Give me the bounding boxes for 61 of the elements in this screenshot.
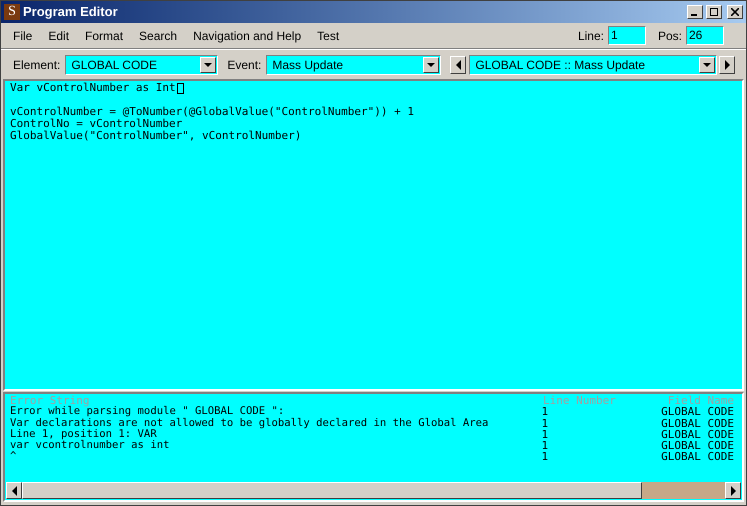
- menu-item[interactable]: Format: [85, 26, 124, 44]
- right-arrow-icon: [730, 486, 736, 496]
- close-icon: [731, 8, 739, 16]
- window-title: Program Editor: [23, 3, 119, 22]
- dropdown[interactable]: GLOBAL CODE: [65, 54, 218, 74]
- line-field[interactable]: 1: [608, 26, 646, 45]
- horizontal-scrollbar[interactable]: [6, 482, 741, 499]
- right-arrow-icon: [724, 60, 730, 70]
- code-line: vControlNumber = @ToNumber(@GlobalValue("ControlNumber")) + 1: [10, 106, 414, 118]
- scroll-left-button[interactable]: [6, 482, 22, 499]
- event-label: Event:: [227, 56, 262, 74]
- dropdown[interactable]: Mass Update: [266, 54, 442, 74]
- dropdown-button[interactable]: [200, 56, 216, 72]
- field-name: GLOBAL CODE: [661, 440, 734, 452]
- error-message: Var declarations are not allowed to be globally declared in the Global Area: [10, 418, 490, 429]
- column-header: Field Name: [668, 395, 734, 406]
- caret-icon: [204, 62, 212, 66]
- pos-field[interactable]: 26: [686, 26, 724, 45]
- maximize-icon: [710, 8, 718, 16]
- menu-item[interactable]: Search: [139, 26, 178, 44]
- line-number: 1: [541, 451, 550, 463]
- code-line: ControlNo = vControlNumber: [10, 118, 182, 130]
- field-name: GLOBAL CODE: [661, 451, 734, 463]
- code-line: Var vControlNumber as Int: [10, 82, 184, 94]
- line-number: 1: [541, 428, 550, 440]
- pos-label: Pos:: [658, 28, 682, 44]
- dropdown-button[interactable]: [423, 56, 440, 72]
- field-name: GLOBAL CODE: [661, 418, 734, 429]
- menu-item[interactable]: File: [13, 26, 32, 44]
- field-name: GLOBAL CODE: [661, 428, 734, 440]
- close-button[interactable]: [727, 5, 743, 19]
- left-arrow-icon: [12, 486, 16, 496]
- line-label: Line:: [578, 28, 604, 44]
- dropdown-button[interactable]: [699, 56, 716, 72]
- code-line: GlobalValue("ControlNumber", vControlNumber): [10, 130, 302, 142]
- column-header: Error String: [10, 395, 90, 406]
- scrollbar-thumb[interactable]: [22, 482, 642, 499]
- menu-item[interactable]: Navigation and Help: [193, 26, 302, 44]
- error-message: Line 1, position 1: VAR: [10, 428, 158, 440]
- minimize-button[interactable]: [687, 5, 703, 19]
- element-label: Element:: [13, 56, 60, 74]
- error-message: Error while parsing module " GLOBAL CODE ":: [10, 406, 286, 418]
- line-number: 1: [541, 406, 550, 418]
- next-button[interactable]: [719, 56, 736, 74]
- error-message: var vcontrolnumber as int: [10, 440, 170, 452]
- code-editor[interactable]: Var vControlNumber as Int vControlNumber = @ToNumber(@GlobalValue("ControlNumber")) + 1 ControlNo = vControlNumber GlobalValue("ControlNumber", vControlNumber): [3, 79, 744, 391]
- caret-icon: [427, 62, 436, 66]
- error-message: ^: [10, 451, 18, 463]
- scroll-right-button[interactable]: [725, 482, 741, 499]
- dropdown[interactable]: GLOBAL CODE :: Mass Update: [469, 54, 718, 74]
- field-name: GLOBAL CODE: [661, 406, 734, 418]
- caret-icon: [703, 62, 712, 66]
- menu-item[interactable]: Test: [317, 26, 340, 44]
- line-number: 1: [541, 418, 550, 429]
- menu-item[interactable]: Edit: [48, 26, 70, 44]
- previous-button[interactable]: [450, 56, 466, 74]
- maximize-button[interactable]: [706, 5, 722, 19]
- line-number: 1: [541, 440, 550, 452]
- column-header: Line Number: [543, 395, 617, 406]
- left-arrow-icon: [456, 60, 461, 70]
- app-icon: S: [4, 4, 20, 20]
